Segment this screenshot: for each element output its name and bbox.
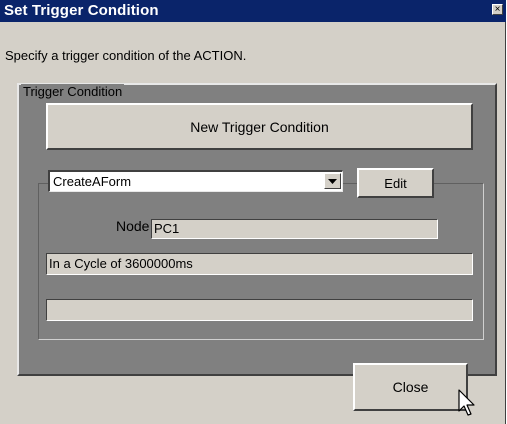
close-button[interactable]: Close: [353, 363, 468, 411]
node-field: PC1: [151, 219, 438, 239]
node-label: Node: [116, 218, 150, 234]
set-trigger-condition-dialog: Set Trigger Condition × Specify a trigge…: [0, 0, 506, 424]
dialog-title: Set Trigger Condition: [4, 2, 159, 19]
new-trigger-condition-button[interactable]: New Trigger Condition: [46, 103, 473, 150]
trigger-condition-select[interactable]: CreateAForm: [48, 170, 343, 192]
trigger-condition-select-value: CreateAForm: [53, 174, 132, 189]
dialog-description: Specify a trigger condition of the ACTIO…: [5, 48, 247, 63]
chevron-down-icon[interactable]: [324, 173, 341, 189]
trigger-condition-group-label: Trigger Condition: [21, 84, 125, 99]
edit-button[interactable]: Edit: [357, 168, 434, 198]
extra-info-field: [46, 299, 473, 321]
cycle-field: In a Cycle of 3600000ms: [46, 253, 473, 275]
close-icon[interactable]: ×: [492, 4, 503, 15]
title-bar[interactable]: Set Trigger Condition ×: [0, 0, 506, 22]
mouse-cursor-icon: [458, 389, 475, 416]
